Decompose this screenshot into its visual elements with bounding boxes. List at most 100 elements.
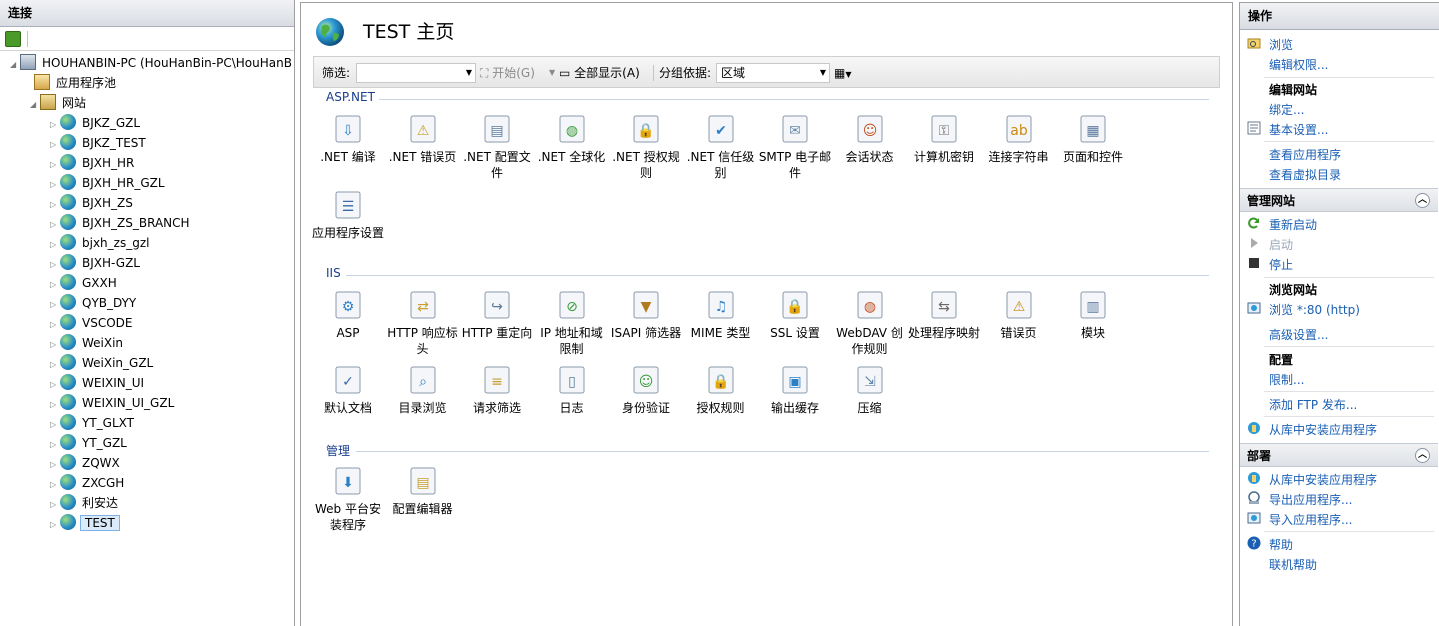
expand-arrow-icon[interactable]: ▷ bbox=[50, 215, 60, 235]
feature-item[interactable]: ▤ 配置编辑器 bbox=[386, 465, 460, 517]
feature-item[interactable]: ⚠ .NET 错误页 bbox=[386, 113, 460, 165]
expand-arrow-icon[interactable]: ▷ bbox=[50, 295, 60, 315]
tree-node-site[interactable]: ▷ YT_GLXT bbox=[50, 413, 136, 433]
feature-item[interactable]: ⇄ HTTP 响应标头 bbox=[386, 289, 460, 357]
feature-item[interactable]: ✉ SMTP 电子邮件 bbox=[758, 113, 832, 181]
feature-item[interactable]: ▣ 输出缓存 bbox=[758, 364, 832, 416]
tree-node-site[interactable]: ▷ bjxh_zs_gzl bbox=[50, 233, 151, 253]
feature-item[interactable]: ⊘ IP 地址和域限制 bbox=[535, 289, 609, 357]
feature-item[interactable]: ♫ MIME 类型 bbox=[684, 289, 758, 341]
expand-arrow-icon[interactable]: ▷ bbox=[50, 195, 60, 215]
add-ftp-link[interactable]: 添加 FTP 发布... bbox=[1269, 396, 1357, 413]
advanced-settings-link[interactable]: 高级设置... bbox=[1269, 326, 1328, 343]
feature-item[interactable]: ✔ .NET 信任级别 bbox=[684, 113, 758, 181]
browse-80-link[interactable]: 浏览 *:80 (http) bbox=[1269, 301, 1360, 318]
tree-node-site[interactable]: ▷ BJXH_HR_GZL bbox=[50, 173, 167, 193]
feature-item[interactable]: 🔒 .NET 授权规则 bbox=[609, 113, 683, 181]
tree-node-site[interactable]: ▷ YT_GZL bbox=[50, 433, 129, 453]
expand-arrow-icon[interactable]: ▷ bbox=[50, 355, 60, 375]
feature-item[interactable]: ☰ 应用程序设置 bbox=[311, 189, 385, 241]
import-app-link[interactable]: 导入应用程序... bbox=[1269, 511, 1352, 528]
tree-node-site[interactable]: ▷ 利安达 bbox=[50, 493, 120, 513]
expand-arrow-icon[interactable]: ▷ bbox=[50, 375, 60, 395]
start-dropdown-icon[interactable]: ▼ bbox=[549, 57, 555, 89]
expand-arrow-icon[interactable]: ▷ bbox=[50, 495, 60, 515]
expand-arrow-icon[interactable]: ▷ bbox=[50, 435, 60, 455]
feature-item[interactable]: ▥ 模块 bbox=[1056, 289, 1130, 341]
view-mode-button[interactable]: ▦▼ bbox=[834, 57, 852, 89]
show-all-button[interactable]: ▭ 全部显示(A) bbox=[559, 57, 640, 89]
feature-item[interactable]: ☺ 身份验证 bbox=[609, 364, 683, 416]
basic-settings-link[interactable]: 基本设置... bbox=[1269, 121, 1328, 138]
feature-item[interactable]: ⇲ 压缩 bbox=[833, 364, 907, 416]
expand-arrow-icon[interactable]: ▷ bbox=[50, 275, 60, 295]
help-link[interactable]: 帮助 bbox=[1269, 536, 1293, 553]
feature-item[interactable]: ▦ 页面和控件 bbox=[1056, 113, 1130, 165]
expand-arrow-icon[interactable]: ▷ bbox=[50, 175, 60, 195]
feature-item[interactable]: ⚙ ASP bbox=[311, 289, 385, 341]
feature-item[interactable]: ◍ .NET 全球化 bbox=[535, 113, 609, 165]
feature-item[interactable]: ⬇ Web 平台安装程序 bbox=[311, 465, 385, 533]
tree-node-site[interactable]: ▷ BJXH_ZS bbox=[50, 193, 135, 213]
bindings-link[interactable]: 绑定... bbox=[1269, 101, 1304, 118]
tree-node-site[interactable]: ▷ BJXH_HR bbox=[50, 153, 136, 173]
stop-link[interactable]: 停止 bbox=[1269, 256, 1293, 273]
tree-node-site[interactable]: ▷ ZXCGH bbox=[50, 473, 126, 493]
tree-node-server[interactable]: ◢ HOUHANBIN-PC (HouHanBin-PC\HouHanB bbox=[10, 53, 294, 73]
feature-item[interactable]: ⇆ 处理程序映射 bbox=[907, 289, 981, 341]
tree-node-site[interactable]: ▷ WeiXin_GZL bbox=[50, 353, 155, 373]
expand-arrow-icon[interactable]: ▷ bbox=[50, 515, 60, 535]
tree-node-site[interactable]: ▷ BJXH-GZL bbox=[50, 253, 142, 273]
collapse-arrow-icon[interactable]: ◢ bbox=[10, 55, 20, 75]
expand-arrow-icon[interactable]: ▷ bbox=[50, 135, 60, 155]
restart-link[interactable]: 重新启动 bbox=[1269, 216, 1317, 233]
feature-item[interactable]: ▯ 日志 bbox=[535, 364, 609, 416]
expand-arrow-icon[interactable]: ▷ bbox=[50, 155, 60, 175]
view-virtual-dirs-link[interactable]: 查看虚拟目录 bbox=[1269, 166, 1341, 183]
tree-node-site[interactable]: ▷ VSCODE bbox=[50, 313, 134, 333]
feature-item[interactable]: ▼ ISAPI 筛选器 bbox=[609, 289, 683, 341]
start-link[interactable]: 启动 bbox=[1269, 236, 1293, 253]
tree-node-site[interactable]: ▷ WEIXIN_UI bbox=[50, 373, 146, 393]
limits-link[interactable]: 限制... bbox=[1269, 371, 1304, 388]
expand-arrow-icon[interactable]: ▷ bbox=[50, 255, 60, 275]
expand-arrow-icon[interactable]: ▷ bbox=[50, 415, 60, 435]
tree-node-site[interactable]: ▷ BJKZ_GZL bbox=[50, 113, 142, 133]
feature-item[interactable]: ab 连接字符串 bbox=[982, 113, 1056, 165]
tree-node-site[interactable]: ▷ BJXH_ZS_BRANCH bbox=[50, 213, 192, 233]
install-from-gallery-link[interactable]: 从库中安装应用程序 bbox=[1269, 421, 1377, 438]
expand-arrow-icon[interactable]: ▷ bbox=[50, 335, 60, 355]
feature-item[interactable]: ✓ 默认文档 bbox=[311, 364, 385, 416]
feature-item[interactable]: ↪ HTTP 重定向 bbox=[460, 289, 534, 341]
feature-item[interactable]: ⇩ .NET 编译 bbox=[311, 113, 385, 165]
tree-node-sites[interactable]: ◢ 网站 bbox=[30, 93, 88, 113]
expand-arrow-icon[interactable]: ▷ bbox=[50, 475, 60, 495]
feature-item[interactable]: ▤ .NET 配置文件 bbox=[460, 113, 534, 181]
feature-item[interactable]: ⚿ 计算机密钥 bbox=[907, 113, 981, 165]
tree-node-site[interactable]: ▷ QYB_DYY bbox=[50, 293, 138, 313]
tree-node-site[interactable]: ▷ GXXH bbox=[50, 273, 119, 293]
feature-item[interactable]: ⌕ 目录浏览 bbox=[386, 364, 460, 416]
expand-arrow-icon[interactable]: ▷ bbox=[50, 315, 60, 335]
create-connection-icon[interactable] bbox=[5, 31, 21, 47]
collapse-icon[interactable]: ︿ bbox=[1415, 193, 1430, 208]
expand-arrow-icon[interactable]: ▷ bbox=[50, 395, 60, 415]
filter-input[interactable]: ▼ bbox=[356, 63, 476, 83]
expand-arrow-icon[interactable]: ▷ bbox=[50, 115, 60, 135]
tree-node-site[interactable]: ▷ WeiXin bbox=[50, 333, 125, 353]
tree-node-site[interactable]: ▷ TEST bbox=[50, 513, 120, 533]
feature-item[interactable]: ☺ 会话状态 bbox=[833, 113, 907, 165]
feature-item[interactable]: ≡ 请求筛选 bbox=[460, 364, 534, 416]
start-button[interactable]: ⛶ 开始(G) bbox=[480, 57, 535, 89]
collapse-icon[interactable]: ︿ bbox=[1415, 448, 1430, 463]
feature-item[interactable]: 🔒 授权规则 bbox=[684, 364, 758, 416]
expand-arrow-icon[interactable]: ▷ bbox=[50, 455, 60, 475]
expand-arrow-icon[interactable]: ▷ bbox=[50, 235, 60, 255]
deploy-install-link[interactable]: 从库中安装应用程序 bbox=[1269, 471, 1377, 488]
feature-item[interactable]: ◍ WebDAV 创作规则 bbox=[833, 289, 907, 357]
tree-node-site[interactable]: ▷ ZQWX bbox=[50, 453, 122, 473]
feature-item[interactable]: ⚠ 错误页 bbox=[982, 289, 1056, 341]
view-applications-link[interactable]: 查看应用程序 bbox=[1269, 146, 1341, 163]
tree-node-app-pools[interactable]: 应用程序池 bbox=[34, 73, 118, 93]
tree-node-site[interactable]: ▷ WEIXIN_UI_GZL bbox=[50, 393, 176, 413]
